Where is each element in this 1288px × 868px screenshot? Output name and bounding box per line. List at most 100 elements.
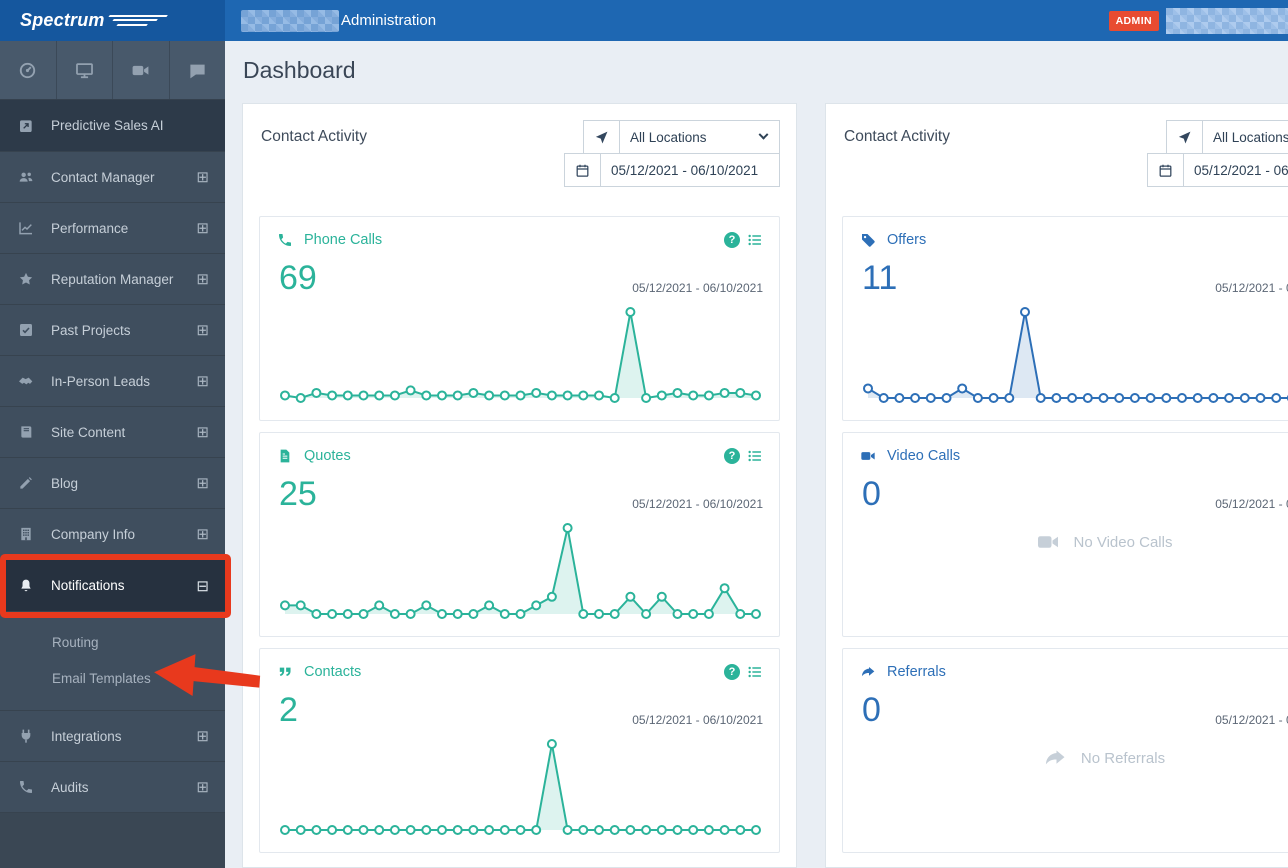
chevron-down-icon [758, 129, 769, 140]
expand-icon[interactable]: ⊞ [196, 474, 209, 492]
sidebar: Predictive Sales AI Contact Manager ⊞ Pe… [0, 41, 225, 868]
metric-date-range: 05/12/2021 - 06/10/2021 [1215, 497, 1288, 511]
pencil-icon [18, 475, 34, 491]
expand-icon[interactable]: ⊞ [196, 727, 209, 745]
cards-column: Phone Calls ? 69 05/12/2021 - 06/10/2021… [259, 216, 780, 864]
calendar-icon [565, 154, 601, 186]
quotes-sparkline [280, 523, 761, 619]
date-range-input[interactable]: 05/12/2021 - 06/10/2021 [564, 153, 780, 187]
chat-bubble-icon [188, 61, 207, 80]
redacted-company-name [241, 9, 339, 32]
card-title: Referrals [887, 664, 946, 680]
expand-icon[interactable]: ⊞ [196, 525, 209, 543]
empty-state-label: No Referrals [1080, 749, 1166, 767]
sidebar-item-predictive-sales-ai[interactable]: Predictive Sales AI [0, 100, 225, 152]
file-text-icon [277, 448, 293, 464]
phone-calls-sparkline [280, 307, 761, 403]
sidebar-item-contact-manager[interactable]: Contact Manager ⊞ [0, 152, 225, 203]
sidebar-item-audits[interactable]: Audits ⊞ [0, 762, 225, 813]
tab-desktop[interactable] [57, 41, 113, 99]
tab-dashboard[interactable] [0, 41, 57, 99]
sidebar-item-label: Past Projects [51, 322, 131, 338]
expand-icon[interactable]: ⊞ [196, 321, 209, 339]
sidebar-item-past-projects[interactable]: Past Projects ⊞ [0, 305, 225, 356]
sidebar-item-label: Company Info [51, 526, 136, 542]
sidebar-item-label: Notifications [51, 578, 125, 593]
expand-icon[interactable]: ⊞ [196, 372, 209, 390]
help-icon[interactable]: ? [724, 448, 740, 464]
panel-title: Contact Activity [261, 128, 367, 145]
tab-video[interactable] [113, 41, 170, 99]
expand-icon[interactable]: ⊞ [196, 219, 209, 237]
redacted-user-name [1166, 7, 1288, 34]
building-icon [18, 526, 34, 542]
offers-sparkline [863, 307, 1288, 403]
collapse-icon[interactable]: ⊟ [196, 577, 209, 595]
contact-activity-panel-left: Contact Activity All Locations 05/12/202… [242, 103, 797, 868]
sidebar-item-performance[interactable]: Performance ⊞ [0, 203, 225, 254]
list-icon[interactable] [747, 664, 763, 680]
panel-controls: All Locations 05/12/2021 - 06/10/2021 [1147, 120, 1288, 187]
sidebar-item-company-info[interactable]: Company Info ⊞ [0, 509, 225, 560]
contacts-sparkline [280, 739, 761, 835]
top-bar-main: Administration ADMIN [225, 0, 1288, 41]
sidebar-item-notifications[interactable]: Notifications ⊟ [0, 560, 225, 612]
empty-state-label: No Video Calls [1073, 533, 1173, 551]
notifications-submenu: Routing Email Templates [0, 612, 225, 711]
sidebar-item-label: Predictive Sales AI [51, 118, 164, 133]
contact-activity-panel-right: Contact Activity All Locations 05/12/202… [825, 103, 1288, 868]
sidebar-item-blog[interactable]: Blog ⊞ [0, 458, 225, 509]
list-icon[interactable] [747, 232, 763, 248]
phone-icon [277, 232, 293, 248]
offers-card: Offers ? 11 05/12/2021 - 06/10/2021 [842, 216, 1288, 421]
metric-value: 11 [862, 259, 898, 297]
tab-chat[interactable] [170, 41, 226, 99]
card-title: Video Calls [887, 448, 961, 464]
date-range-input[interactable]: 05/12/2021 - 06/10/2021 [1147, 153, 1288, 187]
sidebar-item-reputation-manager[interactable]: Reputation Manager ⊞ [0, 254, 225, 305]
referrals-card: Referrals ? 0 05/12/2021 - 06/10/2021 No… [842, 648, 1288, 853]
box-arrow-icon [18, 118, 34, 134]
expand-icon[interactable]: ⊞ [196, 423, 209, 441]
sidebar-filler [0, 813, 225, 868]
sidebar-item-in-person-leads[interactable]: In-Person Leads ⊞ [0, 356, 225, 407]
location-select[interactable]: All Locations [583, 120, 780, 154]
help-icon[interactable]: ? [724, 664, 740, 680]
sidebar-subitem-routing[interactable]: Routing [0, 624, 225, 660]
card-title: Phone Calls [304, 232, 383, 248]
metric-value: 69 [279, 259, 317, 297]
cards-column: Offers ? 11 05/12/2021 - 06/10/2021 Vide… [842, 216, 1288, 864]
panel-title: Contact Activity [844, 128, 950, 145]
brand-logo[interactable]: Spectrum [0, 0, 225, 41]
expand-icon[interactable]: ⊞ [196, 270, 209, 288]
panel-controls: All Locations 05/12/2021 - 06/10/2021 [564, 120, 780, 187]
sidebar-subitem-email-templates[interactable]: Email Templates [0, 660, 225, 696]
date-range-value: 05/12/2021 - 06/10/2021 [1194, 162, 1288, 178]
app-window: Spectrum Administration ADMIN Predictive… [0, 0, 1288, 868]
empty-state: No Video Calls [843, 530, 1288, 554]
metric-date-range: 05/12/2021 - 06/10/2021 [1215, 281, 1288, 295]
card-title: Quotes [304, 448, 351, 464]
phone-calls-card: Phone Calls ? 69 05/12/2021 - 06/10/2021 [259, 216, 780, 421]
expand-icon[interactable]: ⊞ [196, 778, 209, 796]
calendar-icon [1148, 154, 1184, 186]
empty-state: No Referrals [843, 746, 1288, 770]
sidebar-item-label: Site Content [51, 424, 126, 440]
plug-icon [18, 728, 34, 744]
book-icon [18, 424, 34, 440]
expand-icon[interactable]: ⊞ [196, 168, 209, 186]
phone-icon [18, 779, 34, 795]
metric-date-range: 05/12/2021 - 06/10/2021 [632, 281, 763, 295]
sidebar-item-site-content[interactable]: Site Content ⊞ [0, 407, 225, 458]
metric-value: 0 [862, 475, 881, 513]
sidebar-item-label: Contact Manager [51, 169, 155, 185]
tag-icon [860, 232, 876, 248]
desktop-icon [75, 61, 94, 80]
sidebar-item-label: Reputation Manager [51, 271, 174, 287]
help-icon[interactable]: ? [724, 232, 740, 248]
location-select[interactable]: All Locations [1166, 120, 1288, 154]
metric-value: 0 [862, 691, 881, 729]
brand-name: Spectrum [20, 10, 105, 30]
sidebar-item-integrations[interactable]: Integrations ⊞ [0, 711, 225, 762]
list-icon[interactable] [747, 448, 763, 464]
